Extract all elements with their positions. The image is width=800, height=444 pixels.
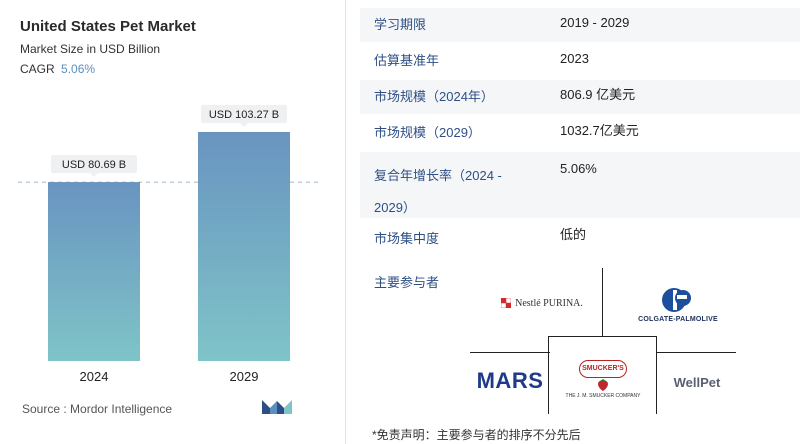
smuckers-company-text: THE J. M. SMUCKER COMPANY bbox=[565, 392, 641, 399]
info-row-cagr: 复合年增长率（2024 - 2029） 5.06% bbox=[360, 152, 800, 218]
source-text: Source : Mordor Intelligence bbox=[22, 402, 173, 416]
info-value: 5.06% bbox=[560, 161, 597, 176]
info-row-concentration: 市场集中度 低的 bbox=[360, 220, 800, 256]
info-label: 市场规模（2024年） bbox=[374, 89, 494, 104]
info-row-base-year: 估算基准年 2023 bbox=[360, 44, 800, 78]
colgate-cp-icon bbox=[662, 288, 691, 312]
info-value: 低的 bbox=[560, 227, 587, 242]
logo-grid-line bbox=[602, 268, 603, 336]
info-value: 2023 bbox=[560, 51, 589, 66]
strawberry-icon bbox=[598, 378, 608, 391]
info-value: 1032.7亿美元 bbox=[560, 123, 639, 138]
players-label: 主要参与者 bbox=[374, 275, 440, 290]
nestle-purina-logo: Nestlé PURINA. bbox=[490, 292, 594, 314]
tick-label-2029: 2029 bbox=[230, 369, 259, 384]
logo-grid-line bbox=[656, 352, 736, 353]
info-value: 806.9 亿美元 bbox=[560, 87, 636, 102]
bar-2029 bbox=[198, 132, 290, 361]
info-row-study-period: 学习期限 2019 - 2029 bbox=[360, 8, 800, 42]
data-label-pointer bbox=[240, 123, 248, 127]
info-value: 2019 - 2029 bbox=[560, 15, 630, 30]
logo-grid-line bbox=[548, 336, 656, 337]
mars-logo: MARS bbox=[472, 366, 548, 396]
info-label: 复合年增长率（2024 - 2029） bbox=[374, 168, 502, 215]
chart-card: United States Pet Market Market Size in … bbox=[0, 0, 345, 444]
info-label: 估算基准年 bbox=[374, 53, 440, 68]
data-label-pointer bbox=[90, 173, 98, 178]
data-label: USD 103.27 B bbox=[209, 109, 279, 121]
bar-chart: USD 80.69 B 2024 USD 103.27 B 2029 bbox=[18, 105, 322, 384]
info-row-market-size-2029: 市场规模（2029） 1032.7亿美元 bbox=[360, 116, 800, 150]
info-label: 市场集中度 bbox=[374, 231, 440, 246]
logo-grid-line bbox=[470, 352, 550, 353]
logo-grid-line bbox=[548, 336, 549, 414]
colgate-palmolive-text: COLGATE-PALMOLIVE bbox=[638, 316, 718, 323]
info-row-market-size-2024: 市场规模（2024年） 806.9 亿美元 bbox=[360, 80, 800, 114]
info-label: 学习期限 bbox=[374, 17, 427, 32]
mars-text: MARS bbox=[476, 368, 544, 393]
colgate-palmolive-logo: COLGATE-PALMOLIVE bbox=[622, 282, 734, 328]
data-label: USD 80.69 B bbox=[62, 159, 126, 171]
divider bbox=[345, 0, 346, 444]
disclaimer-text: *免责声明：主要参与者的排序不分先后 bbox=[372, 428, 581, 442]
smuckers-logo: SMUCKER'S THE J. M. SMUCKER COMPANY bbox=[556, 354, 650, 404]
smuckers-text: SMUCKER'S bbox=[582, 365, 624, 372]
bar-2024 bbox=[48, 182, 140, 361]
tick-label-2024: 2024 bbox=[80, 369, 109, 384]
info-label: 市场规模（2029） bbox=[374, 125, 481, 140]
wellpet-text: WellPet bbox=[673, 374, 721, 390]
purina-checkerboard-icon bbox=[501, 298, 512, 308]
wellpet-logo: WellPet bbox=[660, 370, 734, 394]
logo-grid-line bbox=[656, 336, 657, 414]
smuckers-badge-icon: SMUCKER'S bbox=[579, 359, 627, 378]
nestle-purina-text: Nestlé PURINA. bbox=[515, 297, 583, 309]
mordor-logo-icon bbox=[262, 398, 292, 419]
